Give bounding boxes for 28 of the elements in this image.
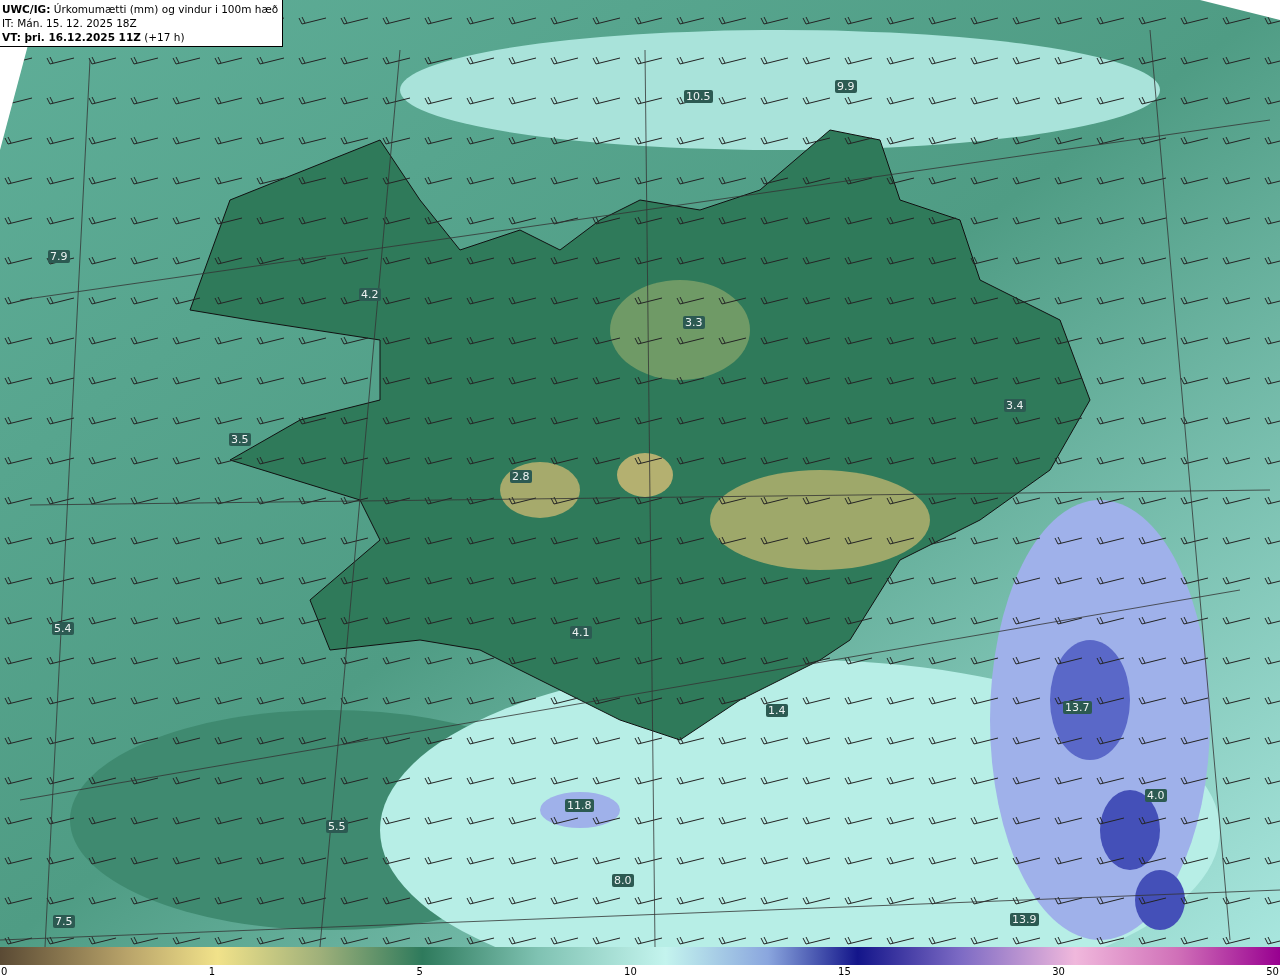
colorbar-tick-label: 50 (1266, 965, 1279, 978)
colorbar-tick-label: 0 (1, 965, 8, 978)
colorbar-tick-label: 5 (416, 965, 423, 978)
precipitation-value: 3.5 (229, 433, 251, 446)
precipitation-value: 3.3 (683, 316, 705, 329)
precipitation-value: 13.9 (1010, 913, 1039, 926)
colorbar-tick-label: 10 (624, 965, 637, 978)
precipitation-value: 5.4 (52, 622, 74, 635)
precipitation-value: 7.5 (53, 915, 75, 928)
precipitation-value: 9.9 (835, 80, 857, 93)
valid-time: VT: þri. 16.12.2025 11Z (+17 h) (2, 30, 186, 44)
precipitation-value: 4.1 (570, 626, 592, 639)
colorbar-tick-label: 1 (208, 965, 216, 978)
colorbar-tick-label: 15 (838, 965, 851, 978)
colorbar-tick-label: 30 (1052, 965, 1065, 978)
precipitation-value: 13.7 (1063, 701, 1092, 714)
precipitation-value: 4.2 (359, 288, 381, 301)
precipitation-value: 3.4 (1004, 399, 1026, 412)
precipitation-value: 10.5 (684, 90, 713, 103)
precipitation-value: 7.9 (48, 250, 70, 263)
precipitation-value: 2.8 (510, 470, 532, 483)
precipitation-value: 1.4 (766, 704, 788, 717)
precipitation-value: 5.5 (326, 820, 348, 833)
precipitation-value: 4.0 (1145, 789, 1167, 802)
chart-title: UWC/IG: Úrkomumætti (mm) og vindur i 100m hæð (2, 2, 279, 16)
precipitation-value: 11.8 (565, 799, 594, 812)
issue-time: IT: Mán. 15. 12. 2025 18Z (2, 16, 138, 30)
precipitation-value: 8.0 (612, 874, 634, 887)
